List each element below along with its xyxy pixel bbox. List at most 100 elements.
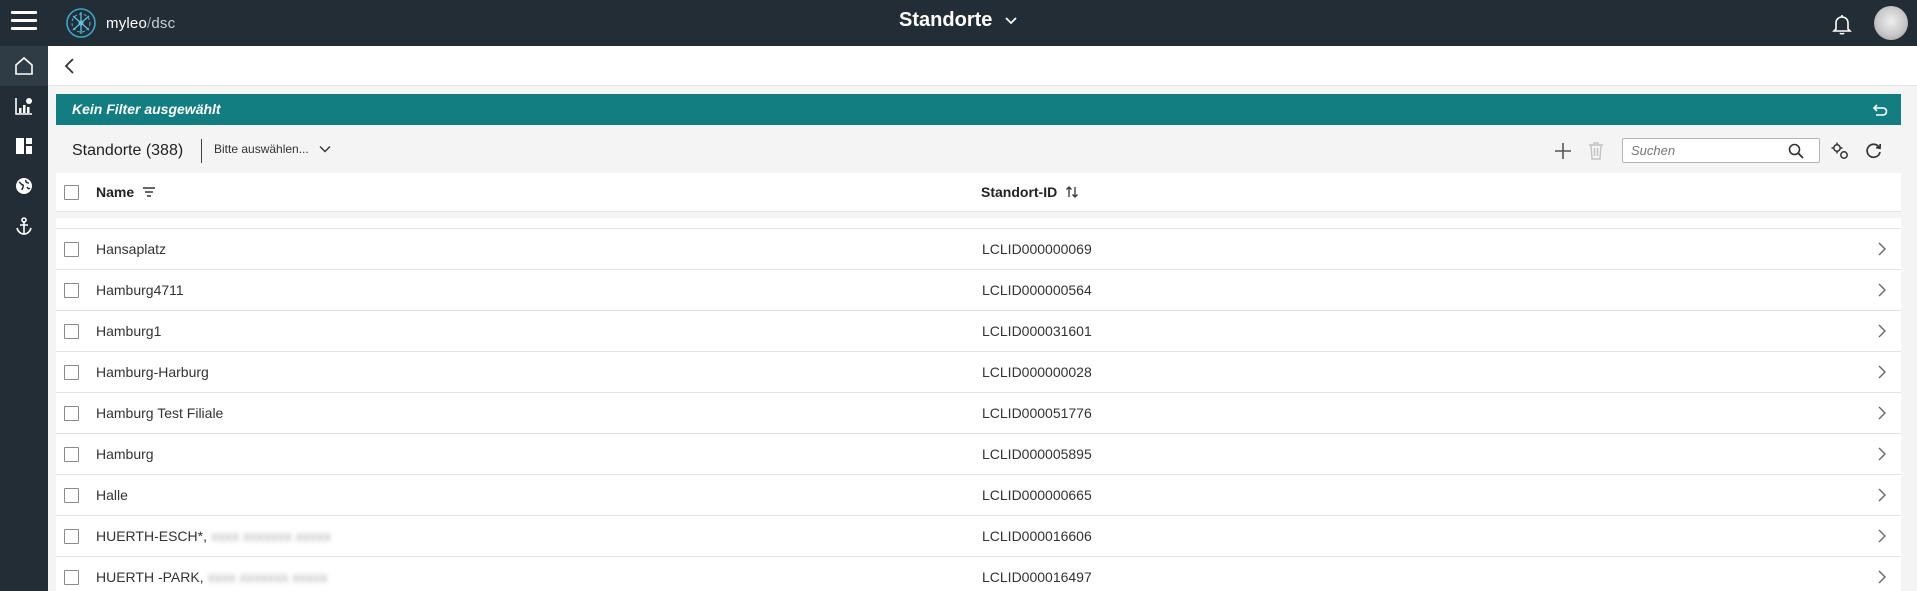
undo-icon[interactable] <box>1871 101 1889 119</box>
filter-lines-icon[interactable] <box>142 186 156 198</box>
table-spacer <box>56 218 1901 229</box>
row-name-text: Hamburg <box>96 446 154 462</box>
table-row[interactable]: HUERTH -PARK, xxxx xxxxxxx xxxxx LCLID0000… <box>56 557 1901 591</box>
table-row[interactable]: Hansaplatz LCLID000000069 <box>56 229 1901 270</box>
row-checkbox[interactable] <box>64 529 79 544</box>
trash-icon <box>1589 142 1603 160</box>
row-name: Hamburg4711 <box>96 282 184 298</box>
row-checkbox[interactable] <box>64 406 79 421</box>
main-content: Kein Filter ausgewählt Standorte (388) B… <box>48 46 1917 591</box>
row-name-text: Hamburg4711 <box>96 282 184 298</box>
row-standort-id: LCLID000000564 <box>982 282 1092 298</box>
row-standort-id: LCLID000016606 <box>982 528 1092 544</box>
row-name-text: HUERTH -PARK, <box>96 569 204 585</box>
table-row[interactable]: HUERTH-ESCH*, xxxx xxxxxxx xxxxx LCLID0000… <box>56 516 1901 557</box>
row-standort-id: LCLID000016497 <box>982 569 1092 585</box>
search-input[interactable] <box>1623 139 1783 162</box>
column-header-name[interactable]: Name <box>96 184 156 200</box>
row-name-text: Hamburg-Harburg <box>96 364 209 380</box>
row-standort-id: LCLID000000665 <box>982 487 1092 503</box>
row-standort-id: LCLID000051776 <box>982 405 1092 421</box>
row-name: Hamburg1 <box>96 323 161 339</box>
row-name-text: Hamburg1 <box>96 323 162 339</box>
chevron-right-icon[interactable] <box>1875 282 1889 298</box>
page-title-dropdown[interactable]: Standorte <box>0 9 1917 32</box>
home-icon <box>15 56 33 75</box>
row-standort-id: LCLID000000069 <box>982 241 1092 257</box>
row-name: Hamburg <box>96 446 154 462</box>
rail-item-analytics[interactable] <box>0 86 48 126</box>
row-name-redacted: xxxx xxxxxxx xxxxx <box>210 528 331 544</box>
row-name: Hamburg Test Filiale <box>96 405 223 421</box>
row-name-text: HUERTH-ESCH*, <box>96 528 207 544</box>
row-name-text: Halle <box>96 487 128 503</box>
chevron-down-icon <box>1005 17 1017 24</box>
row-name-text: Hamburg Test Filiale <box>96 405 224 421</box>
row-name: HUERTH -PARK, xxxx xxxxxxx xxxxx <box>96 569 327 585</box>
column-header-standort-id[interactable]: Standort-ID <box>981 184 1079 200</box>
table-row[interactable]: Hamburg-Harburg LCLID000000028 <box>56 352 1901 393</box>
row-checkbox[interactable] <box>64 242 79 257</box>
bell-icon[interactable] <box>1830 12 1854 36</box>
chevron-right-icon[interactable] <box>1875 405 1889 421</box>
row-name-text: Hansaplatz <box>96 241 167 257</box>
side-rail <box>0 46 48 591</box>
anchor-icon <box>16 217 32 235</box>
chevron-right-icon[interactable] <box>1875 487 1889 503</box>
sort-icon[interactable] <box>1065 185 1079 199</box>
row-checkbox[interactable] <box>64 570 79 585</box>
chevron-left-icon[interactable] <box>60 56 80 76</box>
row-standort-id: LCLID000005895 <box>982 446 1092 462</box>
row-checkbox[interactable] <box>64 324 79 339</box>
rail-item-home[interactable] <box>0 46 48 86</box>
filter-bar: Kein Filter ausgewählt <box>56 94 1901 125</box>
divider <box>201 139 202 163</box>
row-checkbox[interactable] <box>64 365 79 380</box>
chevron-right-icon[interactable] <box>1875 364 1889 380</box>
table-row[interactable]: Halle LCLID000000665 <box>56 475 1901 516</box>
rail-item-globe[interactable] <box>0 166 48 206</box>
view-select[interactable]: Bitte auswählen... <box>214 142 331 156</box>
row-checkbox[interactable] <box>64 447 79 462</box>
avatar[interactable] <box>1874 6 1908 40</box>
row-checkbox[interactable] <box>64 488 79 503</box>
rail-item-anchor[interactable] <box>0 206 48 246</box>
filter-status: Kein Filter ausgewählt <box>72 101 221 117</box>
list-title: Standorte (388) <box>72 142 184 159</box>
page-title: Standorte <box>899 9 993 31</box>
list-toolbar: Standorte (388) Bitte auswählen... <box>56 131 1901 171</box>
row-checkbox[interactable] <box>64 283 79 298</box>
select-all-checkbox[interactable] <box>64 185 79 200</box>
rail-item-dashboard[interactable] <box>0 126 48 166</box>
table-header: Name Standort-ID <box>56 173 1901 212</box>
row-name-redacted: xxxx xxxxxxx xxxxx <box>207 569 328 585</box>
column-header-name-label: Name <box>96 184 135 200</box>
plus-icon[interactable] <box>1552 140 1574 162</box>
chevron-right-icon[interactable] <box>1875 323 1889 339</box>
row-standort-id: LCLID000000028 <box>982 364 1092 380</box>
row-name: Hansaplatz <box>96 241 166 257</box>
settings-icon[interactable] <box>1830 141 1850 161</box>
search-icon[interactable] <box>1787 142 1805 160</box>
chevron-right-icon[interactable] <box>1875 569 1889 585</box>
chevron-right-icon[interactable] <box>1875 446 1889 462</box>
row-name: Halle <box>96 487 128 503</box>
back-bar <box>48 46 1917 86</box>
row-name: Hamburg-Harburg <box>96 364 209 380</box>
top-bar: myleo/dsc Standorte <box>0 0 1917 46</box>
dashboard-icon <box>16 138 32 154</box>
search-field[interactable] <box>1622 138 1820 163</box>
view-select-value: Bitte auswählen... <box>214 142 309 156</box>
refresh-icon[interactable] <box>1864 141 1884 161</box>
table-body: Hansaplatz LCLID000000069 Hamburg4711 LCLID… <box>56 218 1901 591</box>
column-header-id-label: Standort-ID <box>981 184 1058 200</box>
table-row[interactable]: Hamburg LCLID000005895 <box>56 434 1901 475</box>
globe-icon <box>16 178 32 194</box>
chevron-right-icon[interactable] <box>1875 528 1889 544</box>
chevron-right-icon[interactable] <box>1875 241 1889 257</box>
table-row[interactable]: Hamburg4711 LCLID000000564 <box>56 270 1901 311</box>
chart-icon <box>15 98 32 115</box>
table-row[interactable]: Hamburg Test Filiale LCLID000051776 <box>56 393 1901 434</box>
table-row[interactable]: Hamburg1 LCLID000031601 <box>56 311 1901 352</box>
chevron-down-icon <box>319 146 331 153</box>
